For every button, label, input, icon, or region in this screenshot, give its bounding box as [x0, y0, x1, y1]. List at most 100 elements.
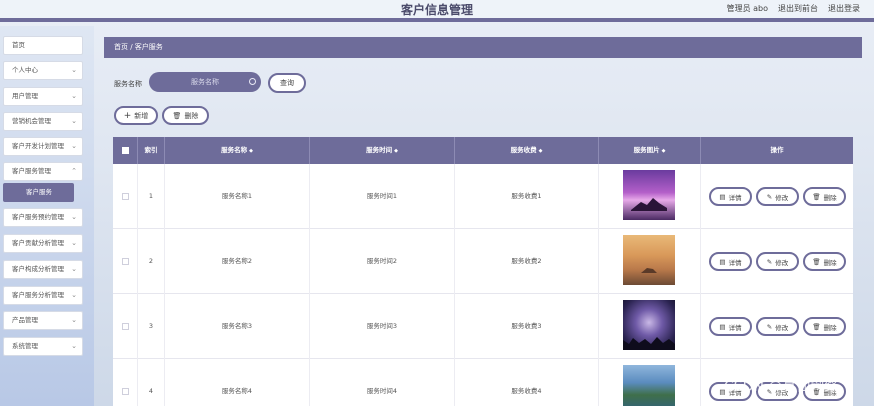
sidebar-item-marketing[interactable]: 营销机会管理 ⌄: [3, 112, 83, 131]
chevron-down-icon: ⌄: [71, 142, 77, 150]
delete-button[interactable]: 🗑 删除: [803, 187, 846, 206]
col-image[interactable]: 服务图片 ◆: [599, 137, 701, 164]
sidebar-item-service-mgmt[interactable]: 客户服务管理 ⌃: [3, 162, 83, 181]
add-button-label: 新增: [134, 111, 149, 120]
time-cell: 服务时间1: [310, 164, 455, 229]
edit-button[interactable]: ✎ 修改: [756, 187, 799, 206]
chevron-down-icon: ⌄: [71, 66, 77, 74]
sidebar-item-label: 用户管理: [12, 92, 38, 100]
sidebar-item-label: 客户构成分析管理: [12, 265, 64, 273]
edit-button[interactable]: ✎ 修改: [756, 317, 799, 336]
edit-label: 修改: [775, 258, 789, 267]
select-all-cell: [113, 137, 138, 164]
edit-label: 修改: [775, 323, 789, 332]
table-row: 1 服务名称1 服务时间1 服务收费1 ▤ 详情 ✎ 修改 🗑 删除: [113, 164, 853, 229]
table-header: 索引 服务名称 ◆ 服务时间 ◆ 服务收费 ◆ 服务图片 ◆ 操作: [113, 137, 853, 164]
edit-label: 修改: [775, 193, 789, 202]
fee-cell: 服务收费4: [455, 359, 599, 406]
col-name[interactable]: 服务名称 ◆: [165, 137, 310, 164]
name-cell: 服务名称2: [165, 229, 310, 294]
sidebar-item-profile[interactable]: 个人中心 ⌄: [3, 61, 83, 80]
front-link[interactable]: 退出到前台: [778, 3, 818, 14]
sidebar-item-analysis[interactable]: 客户服务分析管理 ⌄: [3, 286, 83, 305]
delete-label: 删除: [823, 193, 837, 202]
sort-icon: ◆: [661, 148, 666, 154]
col-time[interactable]: 服务时间 ◆: [310, 137, 455, 164]
plus-icon: +: [123, 110, 132, 121]
col-actions: 操作: [701, 137, 853, 164]
service-image[interactable]: [623, 170, 675, 220]
service-image[interactable]: [623, 235, 675, 285]
table-row: 3 服务名称3 服务时间3 服务收费3 ▤ 详情 ✎ 修改 🗑 删除: [113, 294, 853, 359]
row-checkbox[interactable]: [122, 258, 129, 265]
select-all-checkbox[interactable]: [122, 147, 129, 154]
fee-cell: 服务收费2: [455, 229, 599, 294]
sidebar-item-products[interactable]: 产品管理 ⌄: [3, 311, 83, 330]
search-input[interactable]: [149, 72, 261, 92]
service-image[interactable]: [623, 300, 675, 350]
chevron-up-icon: ⌃: [71, 167, 77, 175]
col-index: 索引: [138, 137, 165, 164]
delete-button[interactable]: 🗑 删除: [803, 252, 846, 271]
sidebar-item-appointment[interactable]: 客户服务预约管理 ⌄: [3, 208, 83, 227]
col-fee[interactable]: 服务收费 ◆: [455, 137, 599, 164]
row-select-cell: [113, 229, 138, 294]
query-button[interactable]: 查询: [268, 73, 306, 93]
name-cell: 服务名称4: [165, 359, 310, 406]
row-select-cell: [113, 164, 138, 229]
row-checkbox[interactable]: [122, 388, 129, 395]
sidebar-item-label: 系统管理: [12, 342, 38, 350]
batch-delete-button-label: 删除: [184, 111, 199, 120]
document-icon: ▤: [719, 322, 726, 331]
batch-delete-button[interactable]: 🗑 删除: [162, 106, 209, 125]
detail-button[interactable]: ▤ 详情: [709, 317, 752, 336]
name-cell: 服务名称1: [165, 164, 310, 229]
search-label: 服务名称: [114, 80, 142, 88]
row-select-cell: [113, 294, 138, 359]
logout-link[interactable]: 退出登录: [828, 3, 860, 14]
row-checkbox[interactable]: [122, 323, 129, 330]
add-button[interactable]: + 新增: [114, 106, 158, 125]
col-fee-label: 服务收费: [510, 146, 537, 154]
chevron-down-icon: ⌄: [71, 213, 77, 221]
chevron-down-icon: ⌄: [71, 117, 77, 125]
chevron-down-icon: ⌄: [71, 92, 77, 100]
chevron-down-icon: ⌄: [71, 316, 77, 324]
time-cell: 服务时间4: [310, 359, 455, 406]
service-table: 索引 服务名称 ◆ 服务时间 ◆ 服务收费 ◆ 服务图片 ◆ 操作 1 服务名称1 服务…: [113, 137, 853, 406]
sidebar-item-composition[interactable]: 客户构成分析管理 ⌄: [3, 260, 83, 279]
detail-button[interactable]: ▤ 详情: [709, 187, 752, 206]
detail-label: 详情: [728, 258, 742, 267]
chevron-down-icon: ⌄: [71, 291, 77, 299]
delete-label: 删除: [823, 258, 837, 267]
sidebar-item-label: 客户服务: [26, 188, 52, 196]
admin-label: 管理员 abo: [726, 4, 768, 13]
sidebar-item-service[interactable]: 客户服务: [3, 183, 74, 202]
sort-icon: ◆: [394, 148, 398, 154]
sidebar-item-users[interactable]: 用户管理 ⌄: [3, 87, 83, 106]
detail-button[interactable]: ▤ 详情: [709, 252, 752, 271]
edit-button[interactable]: ✎ 修改: [756, 252, 799, 271]
search-icon: [249, 78, 256, 85]
sidebar-item-contribution[interactable]: 客户贡献分析管理 ⌄: [3, 234, 83, 253]
trash-icon: 🗑: [812, 257, 821, 266]
fee-cell: 服务收费1: [455, 164, 599, 229]
index-cell: 1: [138, 164, 165, 229]
delete-button[interactable]: 🗑 删除: [803, 317, 846, 336]
trash-icon: 🗑: [812, 192, 821, 201]
sidebar-item-dev-plan[interactable]: 客户开发计划管理 ⌄: [3, 137, 83, 156]
index-cell: 4: [138, 359, 165, 406]
fee-cell: 服务收费3: [455, 294, 599, 359]
chevron-down-icon: ⌄: [71, 239, 77, 247]
row-checkbox[interactable]: [122, 193, 129, 200]
delete-label: 删除: [823, 323, 837, 332]
header-links: 管理员 abo 退出到前台 退出登录: [727, 3, 860, 14]
col-index-label: 索引: [144, 146, 158, 154]
sidebar-item-system[interactable]: 系统管理 ⌄: [3, 337, 83, 356]
index-cell: 2: [138, 229, 165, 294]
sidebar-item-label: 首页: [12, 41, 25, 49]
detail-label: 详情: [728, 193, 742, 202]
sidebar-item-home[interactable]: 首页: [3, 36, 83, 55]
service-image[interactable]: [623, 365, 675, 406]
watermark: CSDN @真仙网络: [724, 379, 839, 395]
